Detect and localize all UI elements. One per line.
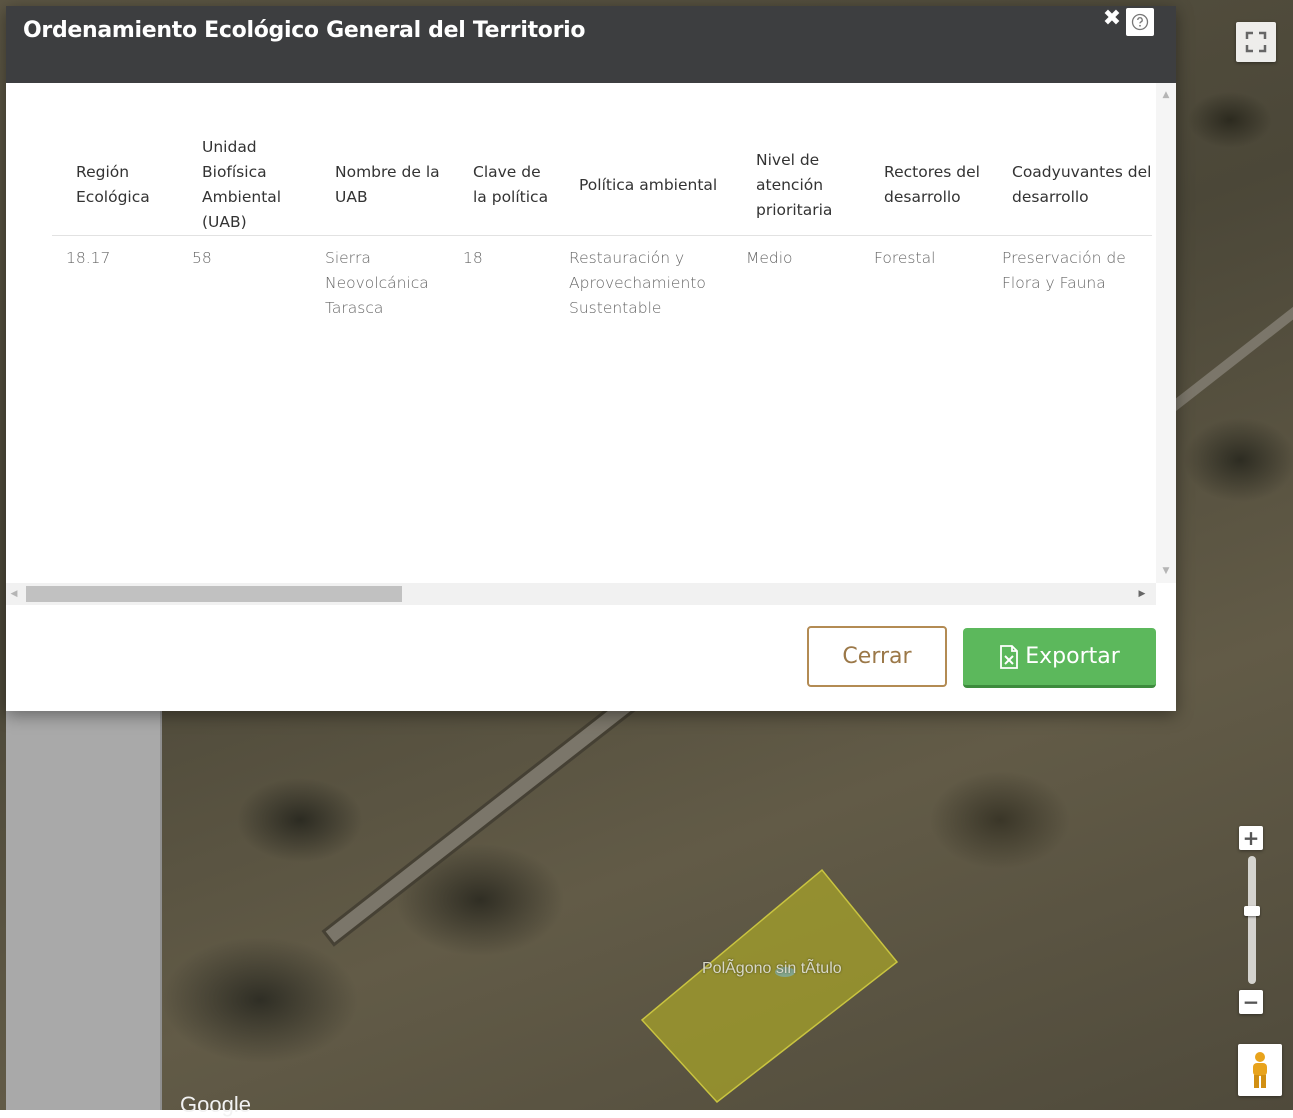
table-row: 18.17 58 Sierra Neovolcánica Tarasca 18 … [52,236,1152,322]
polygon-label: PolÃgono sin tÃtulo [702,960,842,977]
column-header: Coadyuvantes del desarrollo [988,127,1152,236]
table-cell: 18 [463,249,483,267]
column-header: Unidad Biofísica Ambiental (UAB) [178,127,311,236]
vertical-scrollbar[interactable]: ▲ ▼ [1156,83,1176,583]
dialog-header: Ordenamiento Ecológico General del Terri… [6,6,1176,83]
zoom-slider-thumb[interactable] [1244,906,1260,916]
horizontal-scroll-thumb[interactable] [26,586,402,602]
table-cell: Forestal [874,249,936,267]
fullscreen-icon [1245,31,1267,53]
map-side-panel [6,711,162,1110]
excel-file-icon [1000,644,1019,669]
horizontal-scrollbar[interactable]: ◀ ▶ [6,583,1156,605]
dialog-footer: Cerrar Exportar [6,605,1176,711]
scroll-left-icon[interactable]: ◀ [6,586,22,602]
column-header: Clave de la política [449,127,555,236]
column-header: Nombre de la UAB [311,127,449,236]
table-cell: Medio [746,249,793,267]
ordenamiento-table: Región Ecológica Unidad Biofísica Ambien… [52,127,1152,321]
table-container[interactable]: Región Ecológica Unidad Biofísica Ambien… [52,127,1152,587]
fullscreen-button[interactable] [1236,22,1276,62]
google-logo: Google [180,1092,251,1117]
street-view-pegman[interactable] [1238,1044,1282,1096]
cerrar-button-label: Cerrar [842,644,912,669]
exportar-button[interactable]: Exportar [963,628,1156,688]
scroll-down-icon[interactable]: ▼ [1156,563,1176,579]
pegman-icon [1253,1052,1267,1088]
zoom-in-button[interactable]: + [1239,826,1263,850]
zoom-control[interactable]: + − [1239,826,1265,1018]
table-cell: 18.17 [66,249,111,267]
scroll-right-icon[interactable]: ▶ [1134,586,1150,602]
table-cell: Restauración y Aprovechamiento Sustentab… [569,249,706,317]
table-cell: 58 [192,249,212,267]
scroll-up-icon[interactable]: ▲ [1156,87,1176,103]
column-header: Región Ecológica [52,127,178,236]
exportar-button-label: Exportar [1025,644,1120,669]
zoom-out-button[interactable]: − [1239,990,1263,1014]
dialog-body: Región Ecológica Unidad Biofísica Ambien… [6,83,1176,605]
column-header: Política ambiental [555,127,732,236]
column-header: Rectores del desarrollo [860,127,988,236]
table-cell: Sierra Neovolcánica Tarasca [325,249,429,317]
zoom-slider-track[interactable] [1244,856,1260,984]
close-icon[interactable]: ✖ [1102,8,1122,30]
table-cell: Preservación de Flora y Fauna [1002,249,1126,292]
table-header-row: Región Ecológica Unidad Biofísica Ambien… [52,127,1152,236]
cerrar-button[interactable]: Cerrar [807,626,947,687]
dialog-title: Ordenamiento Ecológico General del Terri… [23,18,586,43]
ordenamiento-dialog: Ordenamiento Ecológico General del Terri… [6,6,1176,711]
help-icon[interactable] [1126,8,1154,36]
column-header: Nivel de atención prioritaria [732,127,860,236]
